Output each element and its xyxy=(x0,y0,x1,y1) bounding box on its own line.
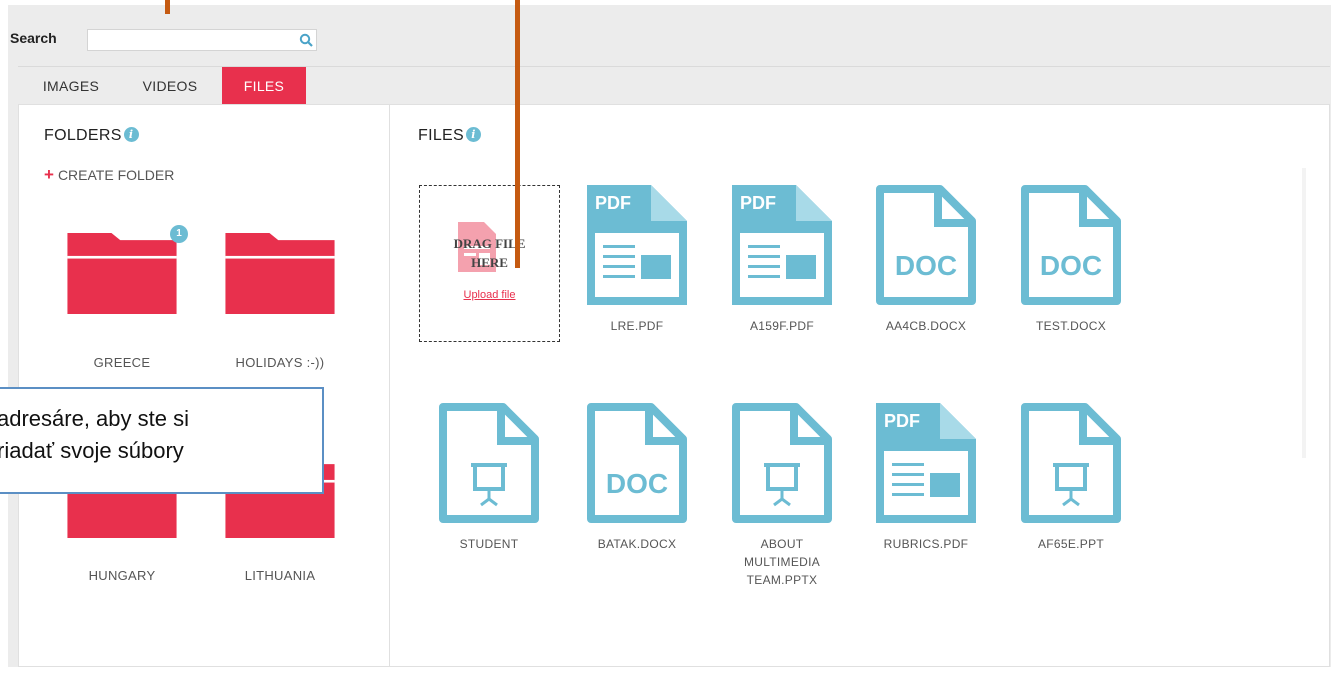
folder-count-badge: 1 xyxy=(170,225,188,243)
doc-file-icon: DOC xyxy=(876,185,976,305)
file-type-tag: DOC xyxy=(1040,250,1102,281)
callout-line-1: adresáre, aby ste si xyxy=(0,406,189,431)
file-type-tag: PDF xyxy=(884,411,920,431)
folder-label[interactable]: HOLIDAYS :-)) xyxy=(205,355,355,370)
dropzone-text: DRAG FILE HERE xyxy=(420,234,559,272)
file-name: AF65E.PPT xyxy=(1037,537,1105,551)
file-type-tag: DOC xyxy=(895,250,957,281)
create-folder-button[interactable]: + CREATE FOLDER xyxy=(44,165,174,185)
files-heading: FILES i xyxy=(418,127,481,145)
file-item[interactable]: PDF LRE.PDF xyxy=(572,185,702,335)
callout-line-2: riadať svoje súbory xyxy=(0,438,184,463)
folder-icon[interactable] xyxy=(218,226,342,314)
doc-file-icon: DOC xyxy=(1021,185,1121,305)
folder-label[interactable]: LITHUANIA xyxy=(205,568,355,583)
file-item[interactable]: PDF A159F.PDF xyxy=(717,185,847,335)
file-name: A159F.PDF xyxy=(749,319,815,333)
file-item[interactable]: PDF RUBRICS.PDF xyxy=(861,403,991,553)
tab-videos[interactable]: VIDEOS xyxy=(130,67,210,105)
annotation-pointer xyxy=(165,0,170,14)
file-name: TEST.DOCX xyxy=(1035,319,1107,333)
dropzone-line-2: HERE xyxy=(471,255,508,270)
upload-file-link[interactable]: Upload file xyxy=(420,289,559,301)
media-tabs: IMAGES VIDEOS FILES xyxy=(18,66,1330,105)
file-item[interactable]: STUDENT xyxy=(424,403,554,553)
search-label: Search xyxy=(10,30,57,46)
scrollbar[interactable] xyxy=(1302,168,1306,458)
file-name: LRE.PDF xyxy=(610,319,664,333)
tab-images[interactable]: IMAGES xyxy=(28,67,114,105)
file-item[interactable]: DOC TEST.DOCX xyxy=(1006,185,1136,335)
search-icon[interactable] xyxy=(299,33,313,47)
file-item[interactable]: DOC BATAK.DOCX xyxy=(572,403,702,553)
pdf-file-icon: PDF xyxy=(876,403,976,523)
file-name: ABOUT MULTIMEDIA TEAM.PPTX xyxy=(743,537,821,587)
files-title: FILES xyxy=(418,127,464,144)
panel-divider xyxy=(389,104,390,667)
presentation-file-icon xyxy=(1021,403,1121,523)
create-folder-label: CREATE FOLDER xyxy=(57,167,175,183)
info-icon[interactable]: i xyxy=(465,127,481,142)
file-name: STUDENT xyxy=(459,537,519,551)
file-type-tag: PDF xyxy=(740,193,776,213)
file-item[interactable]: DOC AA4CB.DOCX xyxy=(861,185,991,335)
file-item[interactable]: AF65E.PPT xyxy=(1006,403,1136,553)
pdf-file-icon: PDF xyxy=(587,185,687,305)
annotation-pointer xyxy=(515,0,520,268)
callout-text: adresáre, aby ste si riadať svoje súbory xyxy=(0,403,189,467)
file-name: AA4CB.DOCX xyxy=(885,319,967,333)
folder-label[interactable]: GREECE xyxy=(47,355,197,370)
presentation-file-icon xyxy=(732,403,832,523)
file-name: BATAK.DOCX xyxy=(597,537,677,551)
annotation-callout: adresáre, aby ste si riadať svoje súbory xyxy=(0,387,324,494)
info-icon[interactable]: i xyxy=(123,127,139,142)
tab-files[interactable]: FILES xyxy=(222,67,306,105)
file-item[interactable]: ABOUT MULTIMEDIA TEAM.PPTX xyxy=(717,403,847,589)
file-dropzone[interactable]: DRAG FILE HERE Upload file xyxy=(419,185,560,342)
pdf-file-icon: PDF xyxy=(732,185,832,305)
plus-icon: + xyxy=(44,165,54,184)
search-input[interactable] xyxy=(87,29,317,51)
file-name: RUBRICS.PDF xyxy=(883,537,969,551)
dropzone-line-1: DRAG FILE xyxy=(453,236,526,251)
file-type-tag: PDF xyxy=(595,193,631,213)
file-type-tag: DOC xyxy=(606,468,668,499)
presentation-file-icon xyxy=(439,403,539,523)
folders-heading: FOLDERS i xyxy=(44,127,139,145)
folder-icon[interactable] xyxy=(60,226,184,314)
doc-file-icon: DOC xyxy=(587,403,687,523)
folders-title: FOLDERS xyxy=(44,127,122,144)
folder-label[interactable]: HUNGARY xyxy=(47,568,197,583)
